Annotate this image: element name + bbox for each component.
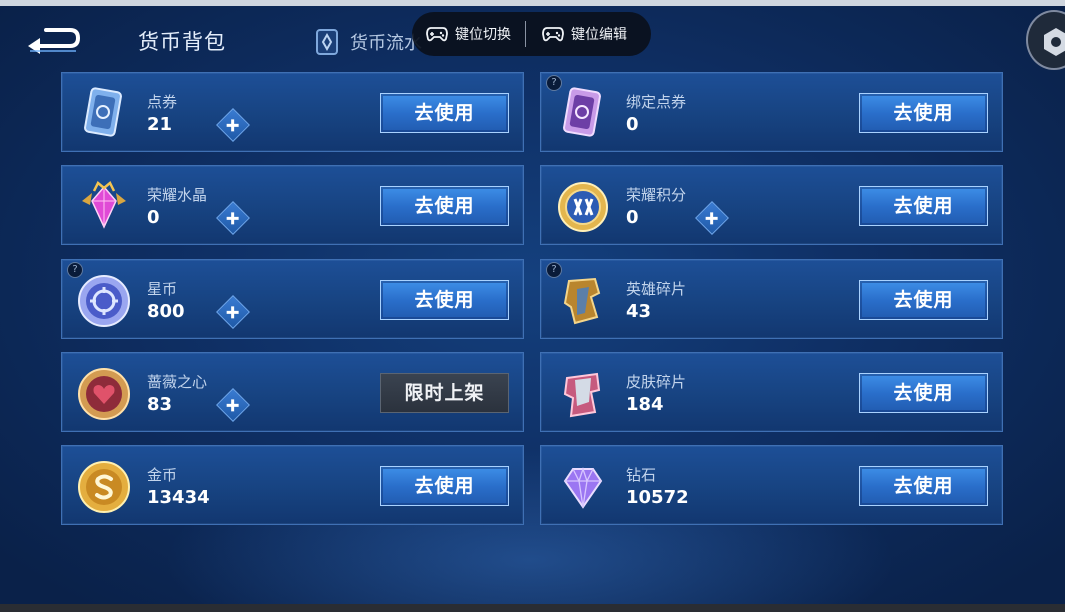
currency-value: 0 — [147, 207, 160, 228]
use-button[interactable]: 去使用 — [859, 186, 988, 226]
recharge-plus-button[interactable] — [216, 295, 250, 329]
currency-name: 金币 — [147, 466, 178, 484]
currency-card-rose-heart: 蔷薇之心 83 限时上架 — [61, 352, 524, 432]
key-switch-label: 键位切换 — [455, 27, 511, 43]
page-title: 货币背包 — [138, 30, 226, 54]
currency-card-bound-voucher: ? 绑定点券 0 去使用 — [540, 72, 1003, 152]
bottom-edge-strip — [0, 604, 1065, 612]
currency-name: 钻石 — [626, 466, 657, 484]
use-button[interactable]: 去使用 — [380, 186, 509, 226]
recharge-plus-button[interactable] — [216, 108, 250, 142]
flow-card-icon — [316, 29, 338, 55]
currency-name: 蔷薇之心 — [147, 373, 208, 391]
use-button[interactable]: 去使用 — [859, 280, 988, 320]
voucher-icon — [84, 87, 122, 137]
currency-value: 800 — [147, 301, 185, 322]
currency-value: 10572 — [626, 487, 689, 508]
currency-card-gold-coin: 金币 13434 去使用 — [61, 445, 524, 525]
currency-card-star-coin: ? 星币 800 去使用 — [61, 259, 524, 339]
use-button[interactable]: 去使用 — [859, 466, 988, 506]
back-button[interactable] — [24, 24, 82, 56]
currency-card-glory-points: 荣耀积分 0 去使用 — [540, 165, 1003, 245]
use-button[interactable]: 去使用 — [859, 373, 988, 413]
currency-name: 皮肤碎片 — [626, 373, 687, 391]
currency-value: 21 — [147, 114, 173, 135]
gamepad-icon — [542, 27, 564, 42]
back-arrow-icon — [28, 28, 81, 54]
currency-name: 绑定点券 — [626, 93, 687, 111]
limited-time-button[interactable]: 限时上架 — [380, 373, 509, 413]
recharge-plus-button[interactable] — [216, 388, 250, 422]
hero-fragment-icon — [563, 277, 601, 325]
skin-fragment-icon — [563, 372, 601, 418]
key-edit-button[interactable]: 键位编辑 — [542, 24, 627, 44]
currency-name: 星币 — [147, 280, 178, 298]
key-mapping-bar: 键位切换 键位编辑 — [412, 12, 651, 56]
currency-value: 0 — [626, 114, 639, 135]
currency-name: 荣耀积分 — [626, 186, 687, 204]
gold-coin-icon — [78, 461, 130, 513]
currency-grid: 点券 21 去使用 ? 绑定点券 0 去使用 荣耀水晶 0 去使用 荣耀积分 0… — [61, 72, 1003, 525]
recharge-plus-button[interactable] — [216, 201, 250, 235]
use-button[interactable]: 去使用 — [859, 93, 988, 133]
key-bar-divider — [525, 21, 526, 47]
currency-card-diamond: 钻石 10572 去使用 — [540, 445, 1003, 525]
diamond-icon — [563, 466, 603, 509]
currency-name: 荣耀水晶 — [147, 186, 208, 204]
star-coin-icon — [78, 275, 130, 327]
key-switch-button[interactable]: 键位切换 — [426, 24, 511, 44]
currency-value: 184 — [626, 394, 664, 415]
currency-name: 点券 — [147, 93, 178, 111]
currency-name: 英雄碎片 — [626, 280, 687, 298]
bound-voucher-icon — [563, 87, 601, 137]
currency-card-skin-fragment: 皮肤碎片 184 去使用 — [540, 352, 1003, 432]
top-edge-strip — [0, 0, 1065, 6]
currency-value: 0 — [626, 207, 639, 228]
rose-heart-icon — [78, 368, 130, 420]
currency-value: 13434 — [147, 487, 210, 508]
gamepad-icon — [426, 27, 448, 42]
key-edit-label: 键位编辑 — [571, 27, 627, 43]
settings-corner-button[interactable] — [1026, 10, 1065, 70]
glory-crystal-icon — [82, 181, 126, 229]
currency-value: 43 — [626, 301, 652, 322]
glory-points-icon — [558, 182, 608, 232]
currency-card-hero-fragment: ? 英雄碎片 43 去使用 — [540, 259, 1003, 339]
currency-value: 83 — [147, 394, 173, 415]
currency-backpack-screen: 货币背包 货币流水 键位切换 键位编辑 点券 21 去使用 ? 绑定点券 0 去… — [0, 0, 1065, 612]
tab-currency-flow[interactable]: 货币流水 — [314, 28, 422, 56]
recharge-plus-button[interactable] — [695, 201, 729, 235]
currency-card-glory-crystal: 荣耀水晶 0 去使用 — [61, 165, 524, 245]
use-button[interactable]: 去使用 — [380, 93, 509, 133]
hexagon-settings-icon — [1044, 28, 1065, 56]
use-button[interactable]: 去使用 — [380, 466, 509, 506]
currency-card-voucher: 点券 21 去使用 — [61, 72, 524, 152]
use-button[interactable]: 去使用 — [380, 280, 509, 320]
